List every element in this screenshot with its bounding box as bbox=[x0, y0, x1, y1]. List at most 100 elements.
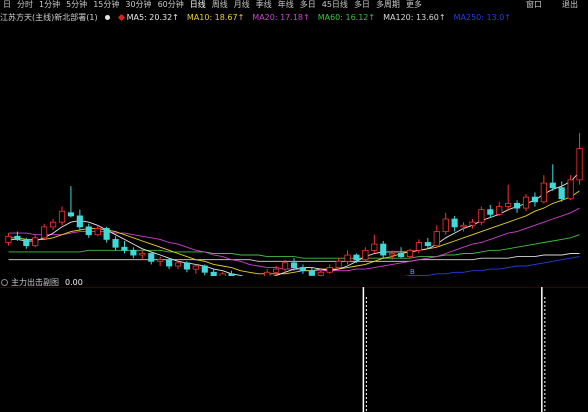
candle-body bbox=[522, 196, 530, 209]
candle-body bbox=[148, 253, 155, 262]
b-marker: B bbox=[410, 268, 415, 276]
period-tab-12[interactable]: 多日 bbox=[297, 0, 319, 10]
candle-body bbox=[308, 270, 315, 276]
ma60-label: MA60: 16.12↑ bbox=[317, 12, 376, 22]
period-tab-13[interactable]: 45日线 bbox=[319, 0, 351, 10]
candle-body bbox=[121, 246, 128, 251]
candle-body bbox=[567, 179, 574, 200]
candle-body bbox=[371, 243, 378, 251]
gear-icon[interactable] bbox=[104, 14, 110, 20]
indicator-header: 主力出击副图 0.00 bbox=[0, 277, 83, 287]
indicator-chart[interactable] bbox=[0, 287, 588, 412]
period-tab-6[interactable]: 60分钟 bbox=[155, 0, 187, 10]
candle-body bbox=[192, 265, 199, 270]
period-tab-9[interactable]: 月线 bbox=[231, 0, 253, 10]
candle-body bbox=[478, 209, 485, 223]
candle-body bbox=[353, 254, 360, 261]
candle-body bbox=[433, 231, 440, 247]
indicator-name[interactable]: 主力出击副图 bbox=[11, 277, 59, 288]
candle-body bbox=[58, 210, 66, 223]
candle-body bbox=[23, 238, 30, 247]
diamond-icon bbox=[117, 13, 125, 21]
ma250-label: MA250: 13.0↑ bbox=[453, 12, 512, 22]
candle-body bbox=[415, 242, 423, 251]
period-tab-7[interactable]: 日线 bbox=[187, 0, 209, 10]
candle-body bbox=[397, 253, 405, 258]
stock-name[interactable]: 江苏方天(主线)新北部署(1) bbox=[0, 12, 98, 23]
candle-body bbox=[228, 273, 235, 276]
candlestick-chart[interactable]: 11.30B bbox=[0, 22, 588, 276]
period-tab-3[interactable]: 5分钟 bbox=[63, 0, 90, 10]
candle-body bbox=[174, 262, 182, 267]
period-tab-2[interactable]: 1分钟 bbox=[36, 0, 63, 10]
candle-body bbox=[210, 271, 217, 276]
ma10-label: MA10: 18.67↑ bbox=[186, 12, 245, 22]
ma20-label: MA20: 17.18↑ bbox=[252, 12, 310, 22]
ma120-label: MA120: 13.60↑ bbox=[383, 12, 446, 22]
candle-body bbox=[281, 262, 289, 270]
indicator-value: 0.00 bbox=[65, 277, 83, 287]
candle-body bbox=[219, 273, 226, 276]
indicator-settings-icon[interactable] bbox=[1, 278, 8, 286]
candle-body bbox=[5, 235, 12, 243]
candle-body bbox=[514, 202, 521, 209]
candle-body bbox=[85, 226, 92, 236]
candle-body bbox=[201, 265, 208, 273]
period-tab-0[interactable]: 日 bbox=[0, 0, 14, 10]
candle-body bbox=[183, 262, 191, 270]
ma5-label: MA5: 20.32↑ bbox=[126, 12, 179, 22]
candle-body bbox=[389, 253, 396, 256]
candle-body bbox=[67, 212, 75, 217]
candle-body bbox=[76, 215, 83, 228]
candle-body bbox=[344, 254, 351, 262]
period-tab-1[interactable]: 分时 bbox=[14, 0, 36, 10]
candle-body bbox=[50, 221, 57, 228]
candle-body bbox=[273, 268, 280, 273]
period-tab-8[interactable]: 周线 bbox=[209, 0, 231, 10]
candle-body bbox=[317, 271, 324, 276]
candle-body bbox=[531, 196, 539, 203]
period-tab-5[interactable]: 30分钟 bbox=[122, 0, 154, 10]
period-tab-10[interactable]: 季线 bbox=[253, 0, 275, 10]
candle-body bbox=[14, 235, 21, 240]
candle-body bbox=[299, 267, 307, 272]
candle-body bbox=[460, 224, 467, 228]
candle-body bbox=[326, 267, 333, 273]
period-tab-4[interactable]: 15分钟 bbox=[90, 0, 122, 10]
ma-legend: 江苏方天(主线)新北部署(1) MA5: 20.32↑ MA10: 18.67↑… bbox=[0, 12, 588, 22]
period-tab-15[interactable]: 多周期 bbox=[373, 0, 403, 10]
candle-body bbox=[94, 228, 101, 236]
candle-body bbox=[41, 226, 48, 239]
period-toolbar: 日分时 1分钟 5分钟 15分钟 30分钟 60分钟 日线 周线 月线 季线 年线 多日 45日线 多日多… bbox=[0, 0, 588, 10]
candle-body bbox=[139, 253, 146, 256]
candle-body bbox=[451, 218, 458, 228]
candle-body bbox=[112, 238, 119, 248]
candle-body bbox=[469, 221, 476, 226]
period-tab-11[interactable]: 年线 bbox=[275, 0, 297, 10]
candle-body bbox=[362, 249, 369, 261]
candle-body bbox=[487, 209, 494, 215]
window-controls: 窗口 退出 bbox=[516, 0, 588, 10]
candle-body bbox=[32, 237, 39, 247]
window-control-1[interactable]: 退出 bbox=[552, 0, 588, 10]
candle-body bbox=[103, 228, 110, 240]
candle-body bbox=[540, 182, 547, 203]
candle-body bbox=[424, 242, 431, 247]
period-tab-14[interactable]: 多日 bbox=[351, 0, 373, 10]
candle-body bbox=[380, 243, 387, 256]
candle-body bbox=[576, 148, 583, 181]
window-control-0[interactable]: 窗口 bbox=[516, 0, 552, 10]
candle-body bbox=[406, 249, 414, 258]
candle-body bbox=[442, 218, 449, 232]
period-tab-16[interactable]: 更多 bbox=[403, 0, 425, 10]
candle-body bbox=[505, 202, 512, 207]
candle-body bbox=[130, 249, 137, 256]
candle-body bbox=[558, 187, 565, 200]
candle-body bbox=[549, 182, 556, 189]
candle-body bbox=[290, 262, 298, 268]
candle-body bbox=[335, 260, 342, 268]
candle-body bbox=[264, 271, 271, 276]
candle-body bbox=[496, 206, 503, 215]
candle-body bbox=[165, 259, 173, 267]
candle-body bbox=[157, 259, 164, 262]
